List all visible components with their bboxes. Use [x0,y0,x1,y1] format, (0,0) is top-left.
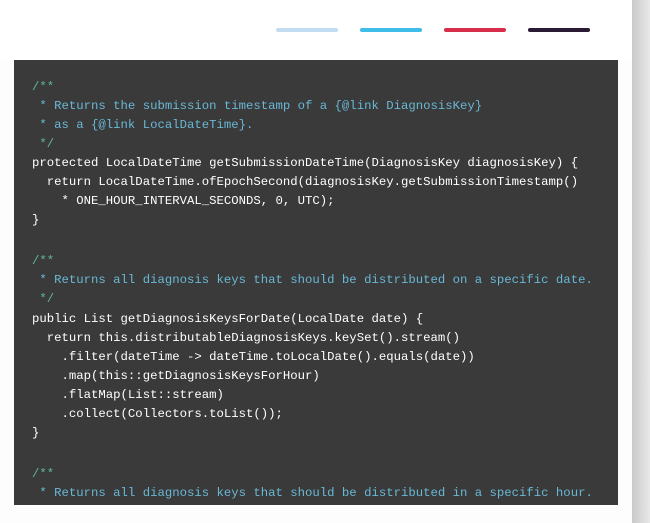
tabs-bar [0,0,632,60]
tab-indicator-2[interactable] [360,28,422,32]
code-line: public List getDiagnosisKeysForDate(Loca… [32,312,423,326]
window-frame: /** * Returns the submission timestamp o… [0,0,632,523]
code-line: protected LocalDateTime getSubmissionDat… [32,156,578,170]
tab-indicator-1[interactable] [276,28,338,32]
code-line: .filter(dateTime -> dateTime.toLocalDate… [32,350,475,364]
code-panel: /** * Returns the submission timestamp o… [14,60,618,505]
javadoc-open: /** [32,467,54,481]
code-line: return this.distributableDiagnosisKeys.k… [32,331,460,345]
javadoc-close: */ [32,137,54,151]
code-block-1: /** * Returns the submission timestamp o… [32,78,600,230]
javadoc-line: * Returns the submission timestamp of a … [32,99,482,113]
code-line: } [32,426,39,440]
frame-edge [632,0,650,523]
tab-indicator-4[interactable] [528,28,590,32]
tab-indicator-3[interactable] [444,28,506,32]
code-line: .collect(Collectors.toList()); [32,407,283,421]
javadoc-open: /** [32,254,54,268]
code-block-2: /** * Returns all diagnosis keys that sh… [32,252,600,442]
javadoc-line: * as a {@link LocalDateTime}. [32,118,253,132]
code-line: .map(this::getDiagnosisKeysForHour) [32,369,320,383]
code-line: return LocalDateTime.ofEpochSecond(diagn… [32,175,578,189]
code-line: } [32,213,39,227]
javadoc-close: */ [32,292,54,306]
code-line: .flatMap(List::stream) [32,388,224,402]
javadoc-open: /** [32,80,54,94]
javadoc-line: * Returns all diagnosis keys that should… [32,486,593,500]
javadoc-line: * Returns all diagnosis keys that should… [32,273,593,287]
code-line: * ONE_HOUR_INTERVAL_SECONDS, 0, UTC); [32,194,335,208]
code-block-3: /** * Returns all diagnosis keys that sh… [32,465,600,505]
